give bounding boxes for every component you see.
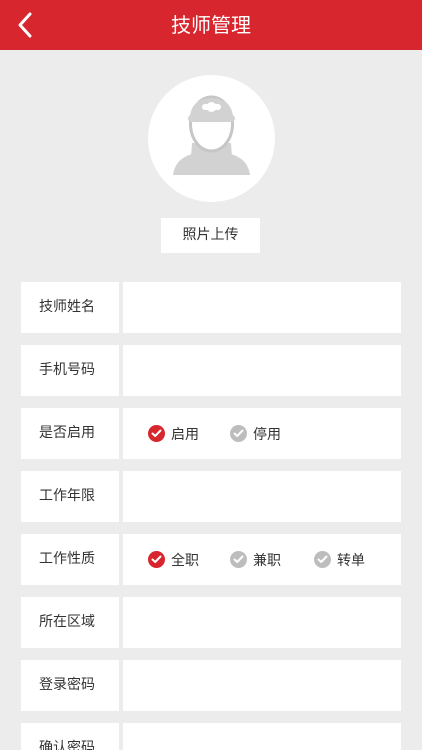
confirm-password-input[interactable] bbox=[123, 723, 401, 750]
job-type-option-parttime-label: 兼职 bbox=[253, 552, 281, 569]
job-type-option-fulltime-label: 全职 bbox=[171, 552, 199, 569]
name-row: 技师姓名 bbox=[21, 282, 401, 333]
enabled-option-off[interactable]: 停用 bbox=[230, 408, 281, 459]
enabled-option-off-label: 停用 bbox=[253, 426, 281, 443]
area-input[interactable] bbox=[123, 597, 401, 648]
check-circle-icon bbox=[230, 425, 247, 442]
check-circle-icon bbox=[148, 425, 165, 442]
enabled-options: 启用 停用 bbox=[123, 408, 401, 459]
job-type-option-parttime[interactable]: 兼职 bbox=[230, 534, 281, 585]
job-type-row: 工作性质 全职 兼职 转单 bbox=[21, 534, 401, 585]
confirm-password-label: 确认密码 bbox=[21, 723, 119, 750]
years-label: 工作年限 bbox=[21, 471, 119, 522]
job-type-option-transfer-label: 转单 bbox=[337, 552, 365, 569]
job-type-option-transfer[interactable]: 转单 bbox=[314, 534, 365, 585]
area-field-cell bbox=[123, 597, 401, 648]
password-row: 登录密码 bbox=[21, 660, 401, 711]
name-input[interactable] bbox=[123, 282, 401, 333]
name-field-cell bbox=[123, 282, 401, 333]
area-row: 所在区域 bbox=[21, 597, 401, 648]
job-type-options: 全职 兼职 转单 bbox=[123, 534, 401, 585]
job-type-label: 工作性质 bbox=[21, 534, 119, 585]
check-circle-icon bbox=[148, 551, 165, 568]
name-label: 技师姓名 bbox=[21, 282, 119, 333]
check-circle-icon bbox=[230, 551, 247, 568]
upload-photo-button[interactable]: 照片上传 bbox=[161, 218, 260, 253]
enabled-row: 是否启用 启用 停用 bbox=[21, 408, 401, 459]
years-input[interactable] bbox=[123, 471, 401, 522]
password-label: 登录密码 bbox=[21, 660, 119, 711]
page-title: 技师管理 bbox=[171, 13, 251, 37]
phone-input[interactable] bbox=[123, 345, 401, 396]
phone-field-cell bbox=[123, 345, 401, 396]
enabled-label: 是否启用 bbox=[21, 408, 119, 459]
app-header: 技师管理 bbox=[0, 0, 422, 50]
phone-label: 手机号码 bbox=[21, 345, 119, 396]
enabled-option-on[interactable]: 启用 bbox=[148, 408, 199, 459]
avatar[interactable] bbox=[148, 75, 275, 202]
check-circle-icon bbox=[314, 551, 331, 568]
password-input[interactable] bbox=[123, 660, 401, 711]
years-field-cell bbox=[123, 471, 401, 522]
enabled-option-on-label: 启用 bbox=[171, 426, 199, 443]
phone-row: 手机号码 bbox=[21, 345, 401, 396]
confirm-password-field-cell bbox=[123, 723, 401, 750]
area-label: 所在区域 bbox=[21, 597, 119, 648]
years-row: 工作年限 bbox=[21, 471, 401, 522]
job-type-option-fulltime[interactable]: 全职 bbox=[148, 534, 199, 585]
technician-avatar-icon bbox=[173, 95, 250, 175]
confirm-password-row: 确认密码 bbox=[21, 723, 401, 750]
password-field-cell bbox=[123, 660, 401, 711]
